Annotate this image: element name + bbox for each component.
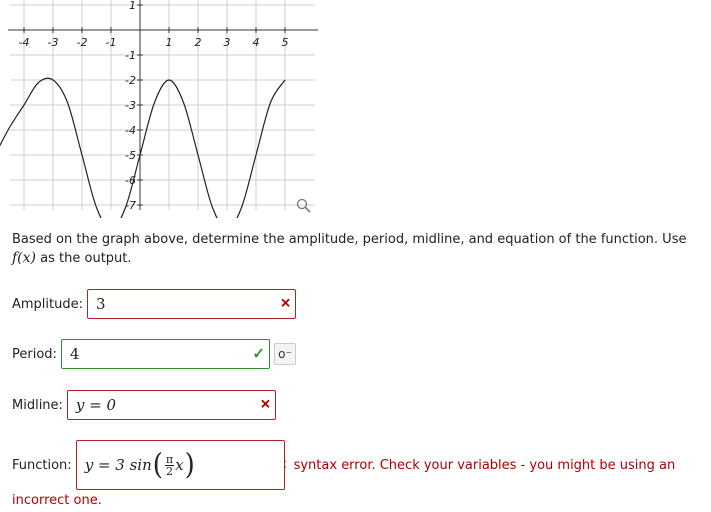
x-tick-label: 3 [224, 36, 231, 49]
y-tick-label: -4 [125, 124, 136, 137]
sine-curve [0, 77, 286, 218]
y-tick-label: 1 [129, 0, 136, 12]
incorrect-icon: ✕ [260, 397, 271, 413]
y-tick-label: -2 [125, 74, 136, 87]
midline-row: Midline: y = 0 ✕ [12, 390, 276, 420]
right-paren: ) [184, 448, 195, 482]
midline-label: Midline: [12, 397, 63, 413]
y-tick-label: -1 [125, 49, 136, 62]
question-text: Based on the graph above, determine the … [12, 232, 687, 247]
function-label: Function: [12, 457, 72, 473]
error-message: syntax error. Check your variables - you… [293, 457, 676, 473]
y-tick-label: -3 [125, 99, 136, 112]
function-variable: x [175, 456, 184, 474]
fraction: π 2 [164, 452, 175, 478]
x-tick-label: -2 [77, 36, 88, 49]
magnifier-icon[interactable] [296, 198, 311, 213]
amplitude-input[interactable]: 3 ✕ [87, 289, 296, 319]
x-tick-label: 5 [282, 36, 289, 49]
amplitude-row: Amplitude: 3 ✕ [12, 289, 296, 319]
graph-grid [10, 0, 315, 210]
amplitude-value: 3 [96, 295, 106, 313]
midline-value: y = 0 [75, 396, 117, 414]
x-tick-label: -3 [48, 36, 59, 49]
question-text-end: as the output. [40, 251, 132, 266]
x-tick-label: 4 [253, 36, 260, 49]
function-input[interactable]: y = 3 sin ( π 2 x ) [75, 440, 285, 490]
period-value: 4 [69, 345, 80, 363]
period-row: Period: 4 ✓ [12, 339, 270, 369]
left-paren: ( [152, 448, 163, 482]
error-message-continued: incorrect one. [12, 493, 102, 508]
output-expression: f(x) [12, 250, 37, 266]
x-tick-label: 1 [166, 36, 173, 49]
question-prompt: Based on the graph above, determine the … [12, 230, 692, 268]
period-input[interactable]: 4 ✓ [60, 339, 270, 369]
incorrect-icon: ✕ [280, 296, 291, 312]
amplitude-label: Amplitude: [12, 296, 83, 312]
x-tick-label: -4 [19, 36, 30, 49]
midline-input[interactable]: y = 0 ✕ [66, 390, 276, 420]
x-tick-label: 2 [195, 36, 202, 49]
fraction-denominator: 2 [166, 464, 173, 478]
key-icon[interactable]: o⁻ [274, 343, 296, 365]
y-tick-label: -5 [125, 149, 136, 162]
function-graph: -5-4-3-2-1123451-1-2-3-4-5-6-7 [0, 0, 318, 218]
fraction-numerator: π [164, 452, 175, 466]
x-tick-label: -1 [106, 36, 117, 49]
correct-icon: ✓ [252, 344, 265, 363]
function-lhs: y = 3 sin [84, 456, 152, 474]
period-label: Period: [12, 346, 57, 362]
function-row: Function: y = 3 sin ( π 2 x ) ✕ syntax e… [12, 440, 675, 490]
